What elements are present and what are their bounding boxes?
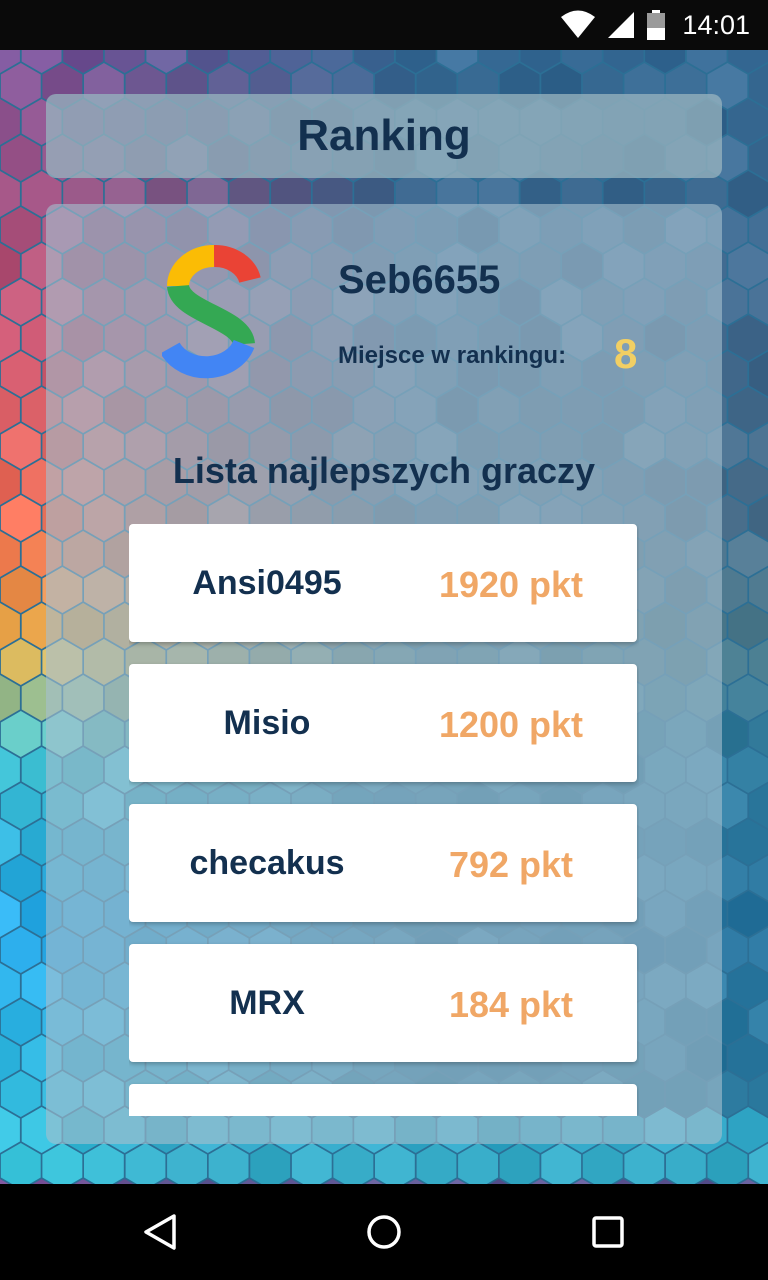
background-hexagon xyxy=(728,531,768,577)
background-hexagon xyxy=(728,171,768,217)
background-hexagon xyxy=(0,1143,41,1184)
background-hexagon xyxy=(0,279,41,325)
leaderboard-list[interactable]: Ansi0495 1920 pkt Misio 1200 pkt checaku… xyxy=(129,524,639,1116)
player-name: Misio xyxy=(223,704,311,742)
player-score: 184 pkt xyxy=(448,984,574,1025)
list-item[interactable]: Misio 1200 pkt xyxy=(129,664,637,782)
ranking-card: Seb6655 Miejsce w rankingu: 8 Lista najl… xyxy=(46,204,722,1144)
s-logo-icon xyxy=(162,245,261,379)
background-hexagon xyxy=(728,675,768,721)
background-hexagon xyxy=(0,999,41,1045)
background-hexagon xyxy=(728,819,768,865)
background-hexagon xyxy=(0,135,41,181)
signal-icon xyxy=(608,12,635,38)
player-score: 792 pkt xyxy=(448,844,574,885)
background-hexagon xyxy=(582,1143,623,1184)
background-hexagon xyxy=(728,1107,768,1153)
background-hexagon xyxy=(0,927,41,973)
background-hexagon xyxy=(728,387,768,433)
background-hexagon xyxy=(0,711,41,757)
background-hexagon xyxy=(0,567,41,613)
background-hexagon xyxy=(728,747,768,793)
battery-icon xyxy=(647,10,666,40)
status-bar: 14:01 xyxy=(0,0,768,50)
background-hexagon xyxy=(707,1143,748,1184)
background-hexagon xyxy=(42,1143,83,1184)
home-icon[interactable] xyxy=(360,1208,408,1256)
background-hexagon xyxy=(728,1035,768,1081)
background-hexagon xyxy=(0,855,41,901)
background-hexagon xyxy=(84,1143,124,1184)
navigation-bar xyxy=(0,1184,768,1280)
background-hexagon xyxy=(0,639,41,685)
background-hexagon xyxy=(728,963,768,1009)
player-name: checakus xyxy=(189,844,345,882)
list-item[interactable]: MRX 184 pkt xyxy=(129,944,637,1062)
background-hexagon xyxy=(624,1143,665,1184)
background-hexagon xyxy=(291,1143,332,1184)
list-item[interactable]: Ansi0495 1920 pkt xyxy=(129,524,637,642)
header-card: Ranking xyxy=(46,94,722,178)
background-hexagon xyxy=(125,1143,166,1184)
background-hexagon xyxy=(458,1143,498,1184)
player-name: Ansi0495 xyxy=(192,564,342,602)
app-screen: Ranking Seb6655 Miejsce w rankingu: 8 Li… xyxy=(0,50,768,1184)
background-hexagon xyxy=(0,1071,41,1117)
back-icon[interactable] xyxy=(136,1208,184,1256)
recents-icon[interactable] xyxy=(584,1208,632,1256)
background-hexagon xyxy=(0,351,41,397)
player-name: MRX xyxy=(229,984,305,1022)
background-hexagon xyxy=(208,1143,249,1184)
background-hexagon xyxy=(250,1143,291,1184)
background-hexagon xyxy=(728,603,768,649)
background-hexagon xyxy=(728,459,768,505)
background-hexagon xyxy=(499,1143,540,1184)
list-item[interactable] xyxy=(129,1084,637,1116)
background-hexagon xyxy=(728,243,768,289)
background-hexagon xyxy=(541,1143,582,1184)
wifi-icon xyxy=(561,10,596,38)
page-title: Ranking xyxy=(297,111,471,160)
background-hexagon xyxy=(0,207,41,253)
rank-value: 8 xyxy=(614,330,638,377)
player-score: 1200 pkt xyxy=(438,704,584,745)
background-hexagon xyxy=(416,1143,457,1184)
background-hexagon xyxy=(0,783,41,829)
leaderboard-title: Lista najlepszych graczy xyxy=(172,450,596,491)
background-hexagon xyxy=(375,1143,415,1184)
player-score: 1920 pkt xyxy=(438,564,584,605)
background-hexagon xyxy=(0,63,41,109)
background-hexagon xyxy=(0,423,41,469)
background-hexagon xyxy=(0,495,41,541)
rank-label: Miejsce w rankingu: xyxy=(338,342,567,369)
status-time: 14:01 xyxy=(682,9,750,40)
background-hexagon xyxy=(728,99,768,145)
background-hexagon xyxy=(666,1143,706,1184)
background-hexagon xyxy=(728,891,768,937)
background-hexagon xyxy=(728,315,768,361)
background-hexagon xyxy=(167,1143,207,1184)
username: Seb6655 xyxy=(338,258,501,302)
list-item[interactable]: checakus 792 pkt xyxy=(129,804,637,922)
background-hexagon xyxy=(333,1143,374,1184)
